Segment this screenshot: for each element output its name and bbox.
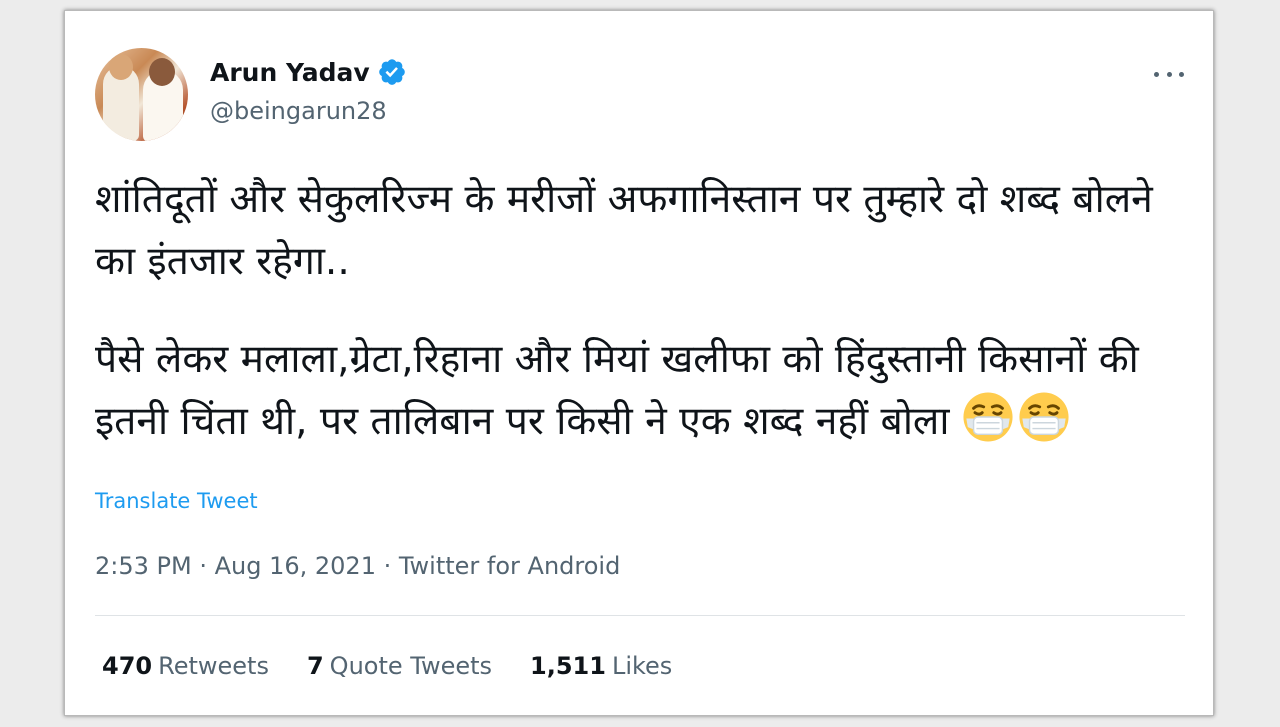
retweets-label: Retweets (158, 652, 269, 680)
quote-tweets-label: Quote Tweets (329, 652, 493, 680)
tweet-card: Arun Yadav @beingarun28 शांतिदूतों और से… (64, 10, 1214, 716)
tweet-paragraph-2: पैसे लेकर मलाला,ग्रेटा,रिहाना और मियां ख… (95, 329, 1185, 453)
likes-label: Likes (611, 652, 673, 680)
tweet-paragraph-1: शांतिदूतों और सेकुलरिज्म के मरीजों अफगान… (95, 177, 1153, 284)
face-with-medical-mask-icon (963, 392, 1013, 442)
more-dots-icon[interactable] (1154, 69, 1184, 79)
author-name[interactable]: Arun Yadav (210, 58, 370, 87)
quote-tweets-count: 7 (306, 652, 324, 680)
avatar[interactable] (95, 48, 188, 141)
retweets-stat[interactable]: 470 Retweets (102, 652, 269, 680)
quote-tweets-stat[interactable]: 7 Quote Tweets (307, 652, 492, 680)
likes-count: 1,511 (530, 652, 606, 680)
divider (95, 615, 1185, 616)
translate-tweet-link[interactable]: Translate Tweet (95, 489, 258, 513)
author-row: Arun Yadav (210, 57, 407, 87)
retweets-count: 470 (102, 652, 153, 680)
tweet-meta: 2:53 PM · Aug 16, 2021 · Twitter for And… (95, 552, 621, 580)
tweet-stats: 470 Retweets 7 Quote Tweets 1,511 Likes (102, 652, 710, 680)
likes-stat[interactable]: 1,511 Likes (530, 652, 672, 680)
verified-badge-icon (378, 59, 405, 85)
author-handle[interactable]: @beingarun28 (210, 97, 387, 125)
face-with-medical-mask-icon (1019, 392, 1069, 442)
tweet-text: शांतिदूतों और सेकुलरिज्म के मरीजों अफगान… (95, 169, 1185, 453)
